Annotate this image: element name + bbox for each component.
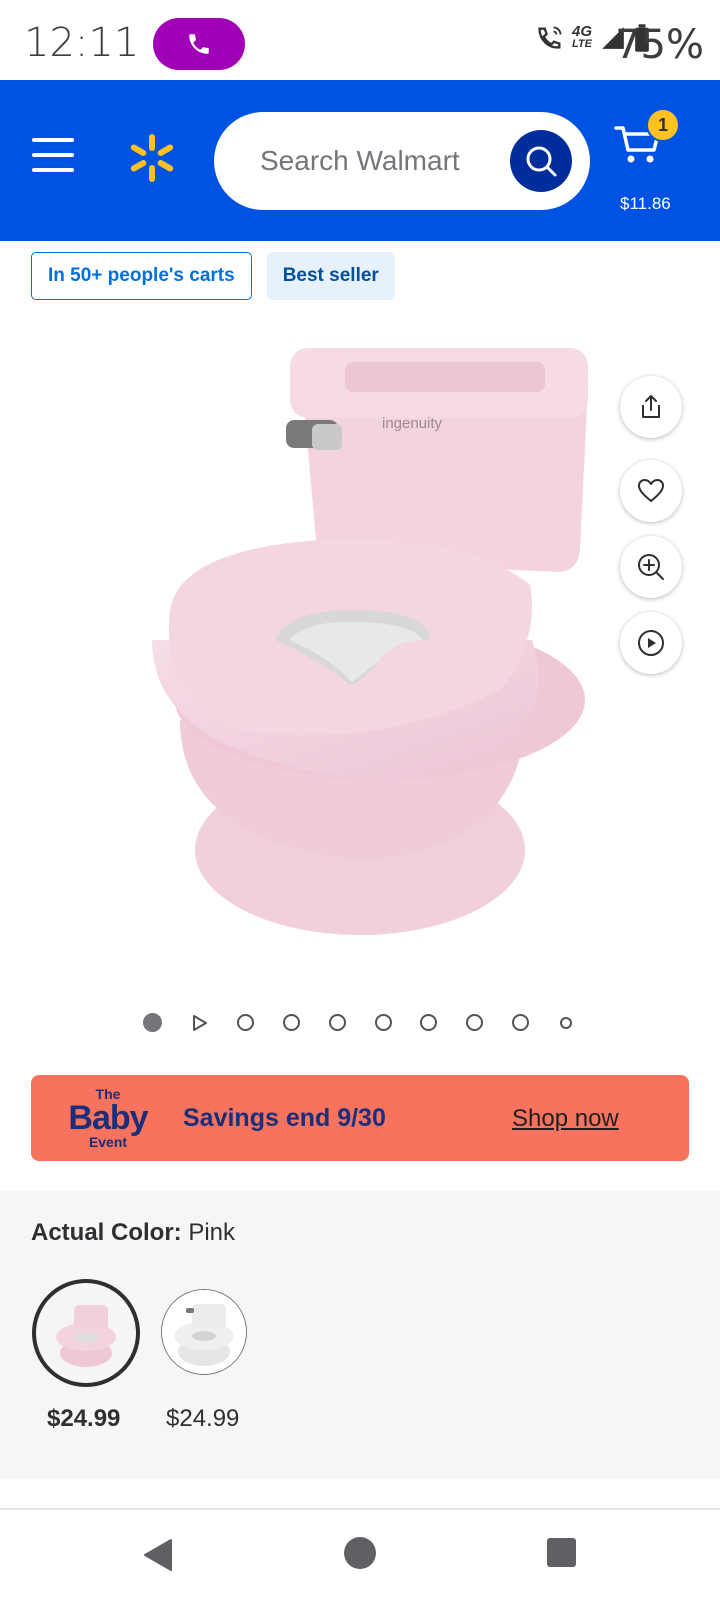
cart-button[interactable]: 1 $11.86	[614, 108, 714, 218]
favorite-button[interactable]	[620, 460, 682, 522]
product-image[interactable]: ingenuity	[140, 340, 610, 960]
heart-icon	[638, 479, 664, 502]
shop-now-link[interactable]: Shop now	[512, 1105, 619, 1133]
carousel-dot[interactable]	[560, 1017, 572, 1029]
walmart-spark-logo[interactable]	[126, 132, 178, 184]
product-badges: In 50+ people's carts Best seller	[31, 252, 395, 300]
cart-count-badge: 1	[646, 108, 680, 142]
swatch-pink[interactable]	[32, 1279, 140, 1387]
variant-label: Actual Color: Pink	[31, 1219, 235, 1247]
carousel-dot[interactable]	[466, 1014, 483, 1031]
search-button[interactable]	[510, 130, 572, 192]
active-call-pill[interactable]	[153, 18, 245, 70]
cart-total: $11.86	[620, 194, 671, 213]
popularity-badge: In 50+ people's carts	[31, 252, 252, 300]
zoom-in-icon	[638, 554, 664, 580]
back-icon[interactable]	[142, 1538, 174, 1572]
carousel-dot[interactable]	[237, 1014, 254, 1031]
carousel-dot[interactable]	[420, 1014, 437, 1031]
variant-price: $24.99	[166, 1405, 240, 1432]
logo-line-2: Baby	[68, 1099, 148, 1137]
search-input[interactable]: Search Walmart	[214, 112, 590, 210]
wifi-calling-icon	[538, 26, 562, 49]
share-button[interactable]	[620, 376, 682, 438]
video-button[interactable]	[620, 612, 682, 674]
color-variant-section: Actual Color: Pink $24.99 $24.99	[0, 1191, 720, 1479]
status-time: 12:11	[24, 20, 140, 66]
carousel-dot[interactable]	[375, 1014, 392, 1031]
search-icon	[526, 146, 557, 177]
carousel-dot[interactable]	[512, 1014, 529, 1031]
baby-event-promo-banner[interactable]: The Baby Event Savings end 9/30 Shop now	[31, 1075, 689, 1161]
network-label: 4G	[571, 23, 592, 40]
swatch-white-image	[162, 1290, 246, 1374]
battery-percentage: 75%	[615, 22, 704, 68]
network-type-icon: 4G LTE	[571, 23, 592, 51]
carousel-video-play-icon[interactable]	[191, 1014, 209, 1032]
status-bar: 12:11 4G LTE 75%	[0, 0, 720, 80]
image-carousel-indicators	[143, 1012, 583, 1034]
variant-price: $24.99	[47, 1405, 121, 1432]
search-placeholder: Search Walmart	[260, 145, 460, 176]
system-navigation-bar	[0, 1510, 720, 1600]
baby-event-logo: The Baby Event	[63, 1087, 153, 1149]
app-header: Search Walmart 1 $11.86	[0, 80, 720, 241]
recents-icon[interactable]	[547, 1538, 576, 1567]
swatch-white[interactable]	[161, 1289, 247, 1375]
home-icon[interactable]	[344, 1537, 376, 1569]
swatch-pink-image	[44, 1291, 128, 1375]
zoom-button[interactable]	[620, 536, 682, 598]
promo-text: Savings end 9/30	[183, 1104, 386, 1132]
share-icon	[642, 395, 660, 418]
network-sub-label: LTE	[572, 38, 592, 50]
play-icon	[638, 630, 664, 656]
carousel-dot[interactable]	[329, 1014, 346, 1031]
variant-selected-value: Pink	[188, 1219, 236, 1246]
logo-line-3: Event	[88, 1134, 128, 1150]
variant-label-key: Actual Color:	[31, 1219, 182, 1246]
product-brand-text: ingenuity	[382, 415, 443, 432]
phone-icon	[189, 34, 209, 54]
carousel-dot[interactable]	[143, 1013, 162, 1032]
carousel-dot[interactable]	[283, 1014, 300, 1031]
menu-icon[interactable]	[32, 138, 74, 174]
best-seller-badge: Best seller	[266, 252, 395, 300]
